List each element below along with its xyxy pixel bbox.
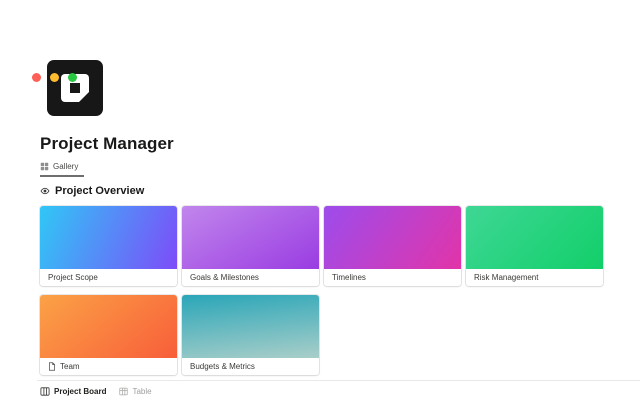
tab-gallery[interactable]: Gallery [40, 159, 84, 177]
gallery-grid: Project Scope Goals & Milestones Timelin… [40, 206, 603, 375]
tab-table[interactable]: Table [119, 387, 151, 396]
card-title: Timelines [332, 273, 366, 282]
card-title-row: Team [40, 358, 177, 375]
card-cover [40, 295, 177, 358]
minimize-button[interactable] [50, 73, 59, 82]
overview-section-header: Project Overview [40, 185, 603, 197]
card-cover [324, 206, 461, 269]
tab-table-label: Table [132, 387, 151, 396]
overview-section-title: Project Overview [55, 185, 144, 197]
card-cover [182, 295, 319, 358]
board-section-toggle[interactable]: Project Board [40, 387, 106, 396]
eye-icon [40, 186, 50, 196]
window-controls [32, 73, 77, 82]
page-logo-icon[interactable] [47, 60, 103, 116]
card-title-row: Timelines [324, 269, 461, 286]
gallery-card-project-scope[interactable]: Project Scope [40, 206, 177, 286]
gallery-card-timelines[interactable]: Timelines [324, 206, 461, 286]
board-section-title: Project Board [54, 387, 106, 396]
card-title: Budgets & Metrics [190, 362, 255, 371]
card-title: Risk Management [474, 273, 538, 282]
card-title-row: Project Scope [40, 269, 177, 286]
close-button[interactable] [32, 73, 41, 82]
card-title-row: Budgets & Metrics [182, 358, 319, 375]
card-title: Team [60, 362, 80, 371]
tab-gallery-label: Gallery [53, 162, 78, 171]
view-tab-bar: Gallery [40, 159, 603, 177]
card-cover [182, 206, 319, 269]
card-cover [40, 206, 177, 269]
card-cover [466, 206, 603, 269]
page-content: Project Manager Gallery Project Overview [0, 60, 640, 375]
zoom-button[interactable] [68, 73, 77, 82]
page-icon [48, 362, 56, 371]
gallery-card-goals-milestones[interactable]: Goals & Milestones [182, 206, 319, 286]
board-section-header: Project Board Table [40, 387, 603, 396]
gallery-card-risk-management[interactable]: Risk Management [466, 206, 603, 286]
card-title-row: Goals & Milestones [182, 269, 319, 286]
card-title: Project Scope [48, 273, 98, 282]
table-icon [119, 387, 128, 396]
gallery-card-budgets-metrics[interactable]: Budgets & Metrics [182, 295, 319, 375]
gallery-icon [40, 162, 49, 171]
gallery-card-team[interactable]: Team [40, 295, 177, 375]
board-icon [40, 387, 50, 396]
page-title: Project Manager [40, 135, 603, 153]
card-title-row: Risk Management [466, 269, 603, 286]
card-title: Goals & Milestones [190, 273, 259, 282]
section-divider [37, 380, 640, 381]
